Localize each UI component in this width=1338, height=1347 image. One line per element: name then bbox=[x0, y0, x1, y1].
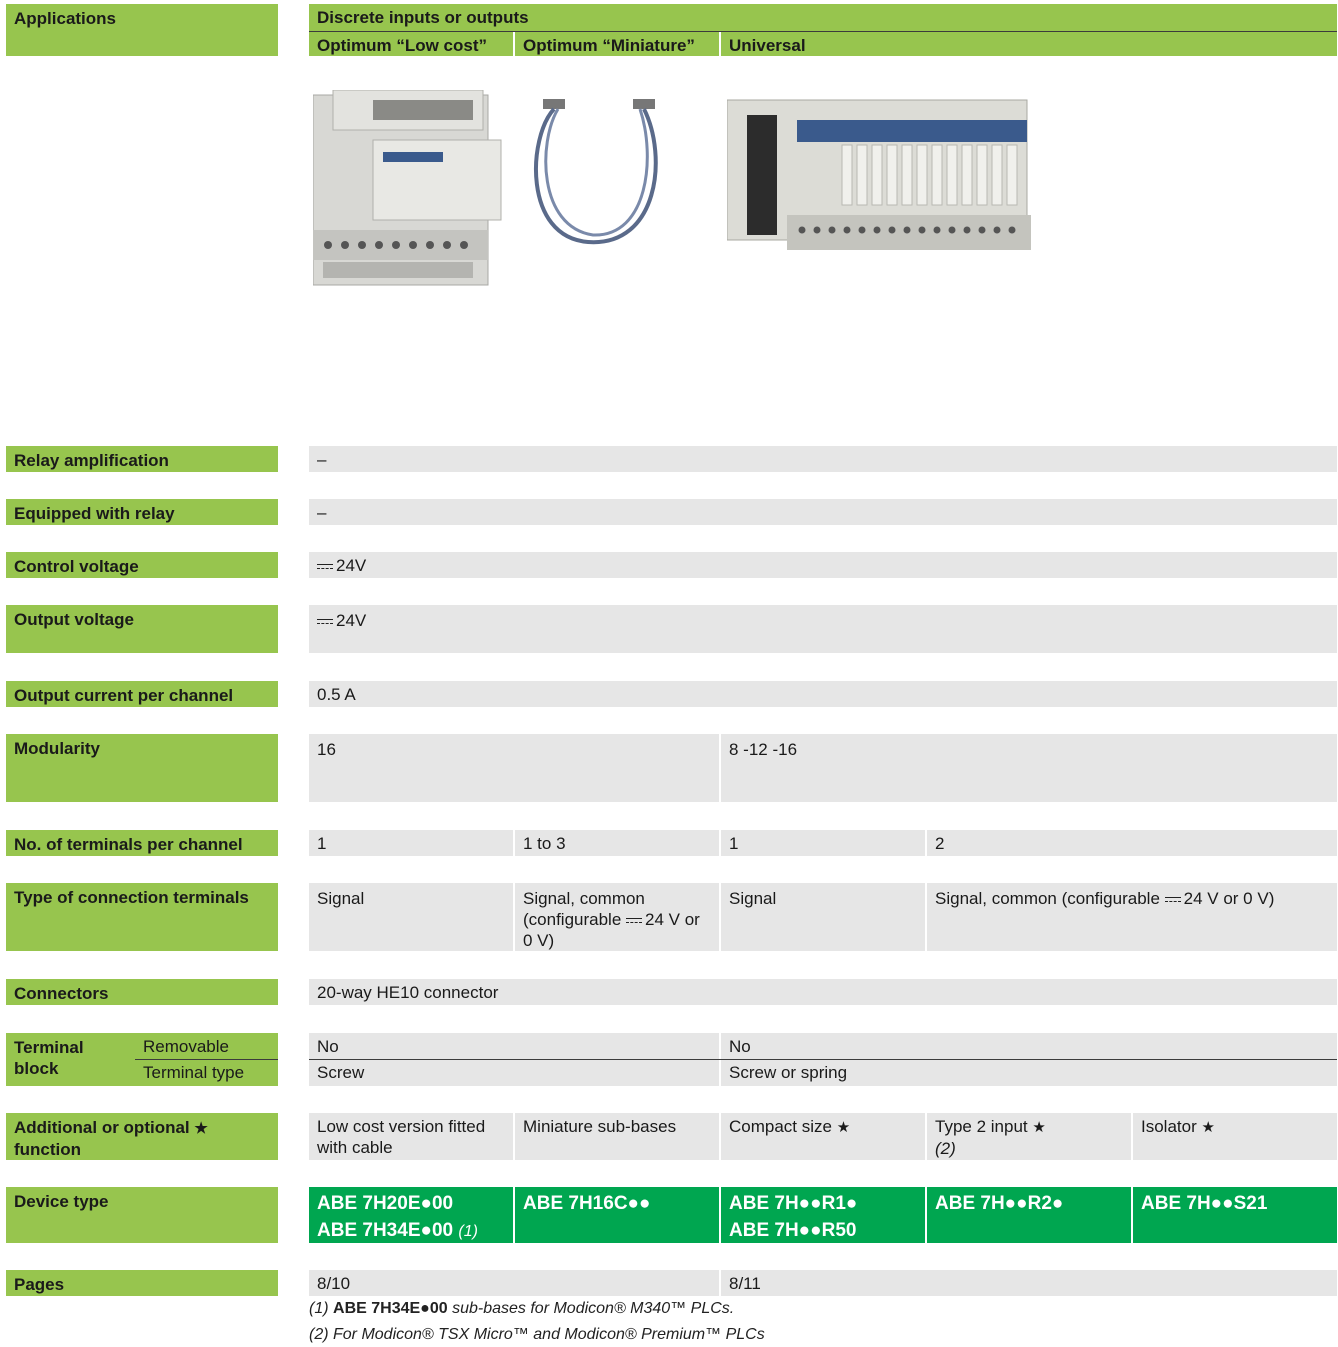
value-connectors: 20-way HE10 connector bbox=[309, 979, 1337, 1005]
terminal-block-text: Terminal block bbox=[14, 1038, 84, 1078]
dc-symbol-icon bbox=[317, 562, 333, 572]
device-code-3a: ABE 7H●●R1● bbox=[729, 1193, 858, 1214]
function-4-note-ref: (2) bbox=[935, 1139, 956, 1158]
function-5-text: Isolator bbox=[1141, 1117, 1197, 1136]
value-function-4: Type 2 input ★ (2) bbox=[927, 1113, 1131, 1160]
universal-sub-base-image bbox=[726, 95, 1033, 257]
connection-4-text-a: Signal, common (configurable bbox=[935, 889, 1160, 908]
value-connection-4: Signal, common (configurable 24 V or 0 V… bbox=[927, 883, 1337, 951]
label-pages: Pages bbox=[6, 1270, 278, 1296]
value-terminal-type-universal: Screw or spring bbox=[721, 1060, 1337, 1086]
value-output-voltage: 24V bbox=[309, 605, 1337, 653]
miniature-cable-image bbox=[528, 97, 663, 247]
discrete-header: Discrete inputs or outputs bbox=[309, 4, 1337, 31]
value-output-current: 0.5 A bbox=[309, 681, 1337, 707]
star-icon: ★ bbox=[836, 1119, 851, 1136]
label-connection-terminals: Type of connection terminals bbox=[6, 883, 278, 951]
value-modularity-universal: 8 -12 -16 bbox=[721, 734, 1337, 802]
device-type-isolator: ABE 7H●●S21 bbox=[1133, 1187, 1337, 1243]
label-terminal-type: Terminal type bbox=[143, 1063, 245, 1082]
column-low-cost: Optimum “Low cost” bbox=[309, 32, 513, 56]
footnote-1-text: sub-bases for Modicon® M340™ PLCs. bbox=[452, 1300, 735, 1317]
value-terminals-3: 1 bbox=[721, 830, 925, 856]
device-type-compact: ABE 7H●●R1● ABE 7H●●R50 bbox=[721, 1187, 925, 1243]
device-code-3b: ABE 7H●●R50 bbox=[729, 1220, 857, 1241]
output-voltage-text: 24V bbox=[336, 611, 367, 630]
value-removable-optimum: No bbox=[309, 1033, 719, 1059]
additional-function-text-2: function bbox=[14, 1140, 82, 1159]
footnote-1-ref: (1) bbox=[309, 1300, 329, 1317]
label-connectors: Connectors bbox=[6, 979, 278, 1005]
label-equipped-with-relay: Equipped with relay bbox=[6, 499, 278, 525]
additional-function-text: Additional or optional bbox=[14, 1118, 190, 1137]
label-additional-function: Additional or optional ★ function bbox=[6, 1113, 278, 1160]
footnote-2: (2) For Modicon® TSX Micro™ and Modicon®… bbox=[309, 1326, 765, 1343]
star-icon: ★ bbox=[1032, 1119, 1046, 1136]
value-pages-optimum: 8/10 bbox=[309, 1270, 719, 1296]
dc-symbol-icon bbox=[626, 916, 643, 926]
value-pages-universal: 8/11 bbox=[721, 1270, 1337, 1296]
device-type-type2: ABE 7H●●R2● bbox=[927, 1187, 1131, 1243]
star-icon: ★ bbox=[1201, 1119, 1215, 1136]
device-code-1b-ref: (1) bbox=[458, 1223, 478, 1240]
device-type-low-cost: ABE 7H20E●00 ABE 7H34E●00 (1) bbox=[309, 1187, 513, 1243]
label-output-current: Output current per channel bbox=[6, 681, 278, 707]
label-terminals-per-channel: No. of terminals per channel bbox=[6, 830, 278, 856]
function-3-text: Compact size bbox=[729, 1117, 832, 1136]
label-removable: Removable bbox=[143, 1037, 229, 1056]
device-type-miniature: ABE 7H16C●● bbox=[515, 1187, 719, 1243]
device-code-1b: ABE 7H34E●00 bbox=[317, 1220, 454, 1241]
footnote-1-code: ABE 7H34E●00 bbox=[333, 1300, 448, 1317]
function-4-text: Type 2 input bbox=[935, 1117, 1028, 1136]
value-terminals-2: 1 to 3 bbox=[515, 830, 719, 856]
value-connection-2: Signal, common (configurable 24 V or 0 V… bbox=[515, 883, 719, 951]
value-terminals-4: 2 bbox=[927, 830, 1337, 856]
label-output-voltage: Output voltage bbox=[6, 605, 278, 653]
value-removable-universal: No bbox=[721, 1033, 1337, 1059]
value-modularity-optimum: 16 bbox=[309, 734, 719, 802]
label-control-voltage: Control voltage bbox=[6, 552, 278, 578]
label-modularity: Modularity bbox=[6, 734, 278, 802]
column-universal: Universal bbox=[721, 32, 1337, 56]
value-function-2: Miniature sub-bases bbox=[515, 1113, 719, 1160]
value-connection-3: Signal bbox=[721, 883, 925, 951]
column-miniature: Optimum “Miniature” bbox=[515, 32, 719, 56]
value-function-5: Isolator ★ bbox=[1133, 1113, 1337, 1160]
device-code-1a: ABE 7H20E●00 bbox=[317, 1193, 454, 1214]
star-icon: ★ bbox=[194, 1120, 208, 1137]
value-control-voltage: 24V bbox=[309, 552, 1337, 578]
footnote-1: (1) ABE 7H34E●00 sub-bases for Modicon® … bbox=[309, 1299, 1309, 1319]
value-connection-1: Signal bbox=[309, 883, 513, 951]
control-voltage-text: 24V bbox=[336, 556, 367, 575]
connection-4-text-b: 24 V or 0 V) bbox=[1183, 889, 1275, 908]
value-equipped-with-relay: – bbox=[309, 499, 1337, 525]
label-device-type: Device type bbox=[6, 1187, 278, 1243]
value-function-3: Compact size ★ bbox=[721, 1113, 925, 1160]
applications-label: Applications bbox=[6, 4, 278, 56]
value-relay-amplification: – bbox=[309, 446, 1337, 472]
dc-symbol-icon bbox=[317, 617, 333, 627]
value-terminals-1: 1 bbox=[309, 830, 513, 856]
value-terminal-type-optimum: Screw bbox=[309, 1060, 719, 1086]
label-relay-amplification: Relay amplification bbox=[6, 446, 278, 472]
dc-symbol-icon bbox=[1164, 895, 1181, 905]
low-cost-sub-base-image bbox=[312, 89, 503, 290]
value-function-1: Low cost version fitted with cable bbox=[309, 1113, 513, 1160]
